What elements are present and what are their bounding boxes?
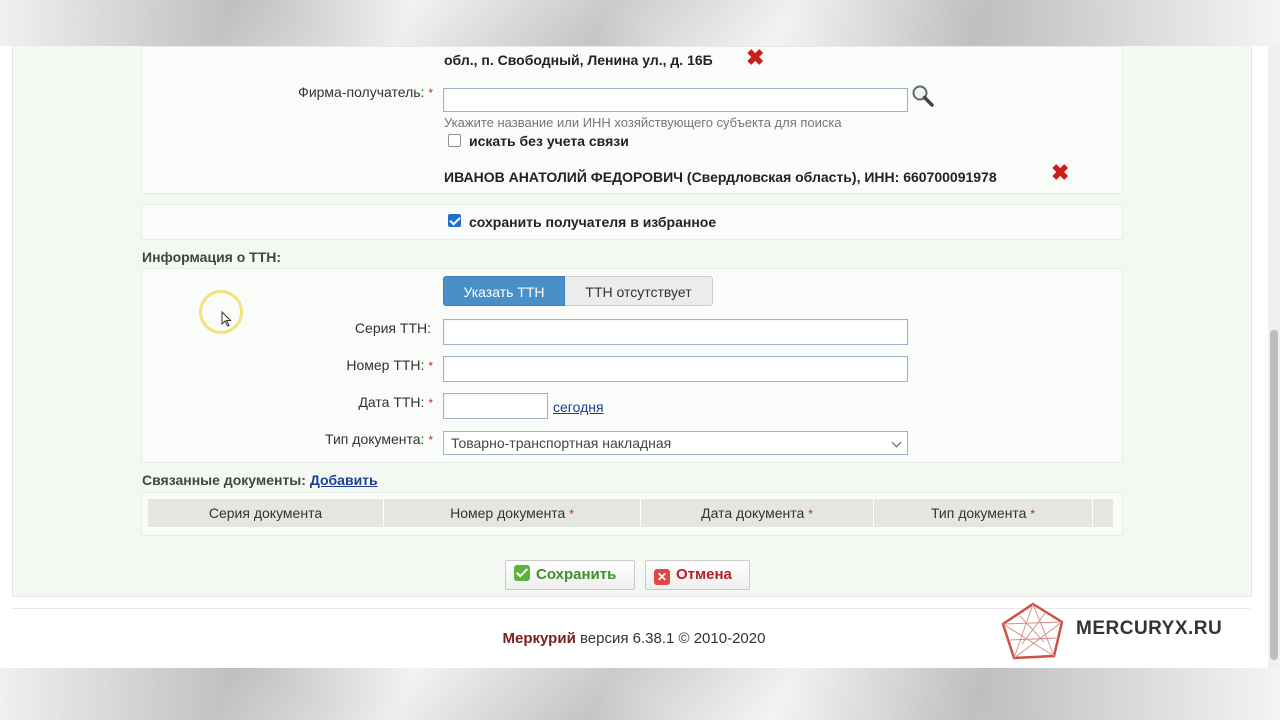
ttn-number-label: Номер ТТН: * [346,357,433,373]
background-top [0,0,1280,46]
ttn-series-label: Серия ТТН: [354,320,431,336]
doctype-label: Тип документа: * [325,431,433,447]
footer-brand: Меркурий [502,630,576,647]
remove-address-icon[interactable]: ✖ [746,47,764,69]
footer-version: версия 6.38.1 © 2010-2020 [579,630,766,647]
background-bottom [0,668,1280,720]
cancel-button[interactable]: ✕ Отмена [645,560,750,590]
mouse-cursor-icon [221,310,233,330]
recipient-hint: Укажите название или ИНН хозяйствующего … [444,115,842,130]
check-icon [514,565,530,581]
search-icon[interactable] [911,84,935,108]
chevron-down-icon [891,437,902,448]
col-doc-type: Тип документа * [874,499,1093,527]
today-link[interactable]: сегодня [553,399,604,415]
related-docs-table-header: Серия документа Номер документа * Дата д… [148,499,1113,527]
ttn-date-label: Дата ТТН: * [358,394,433,410]
no-link-label: искать без учета связи [469,133,629,149]
favorite-checkbox[interactable] [448,214,461,227]
tab-no-ttn[interactable]: ТТН отсутствует [565,276,713,306]
remove-recipient-icon[interactable]: ✖ [1051,162,1069,184]
watermark-text: MERCURYX.RU [1076,618,1223,639]
add-related-link[interactable]: Добавить [310,472,378,488]
ttn-series-input[interactable] [443,319,908,345]
cancel-icon: ✕ [654,569,670,585]
favorite-label: сохранить получателя в избранное [469,214,717,230]
tab-specify-ttn[interactable]: Указать ТТН [443,276,565,306]
recipient-input[interactable] [443,88,908,112]
col-doc-number: Номер документа * [384,499,641,527]
browser-content: обл., п. Свободный, Ленина ул., д. 16Б ✖… [0,46,1268,668]
recipient-label: Фирма-получатель: * [298,84,433,100]
col-doc-series: Серия документа [148,499,384,527]
no-link-checkbox[interactable] [448,134,461,147]
doctype-select[interactable]: Товарно-транспортная накладная [443,431,908,455]
ttn-number-input[interactable] [443,356,908,382]
ttn-section-title: Информация о ТТН: [142,249,282,265]
address-text: обл., п. Свободный, Ленина ул., д. 16Б [444,52,713,68]
save-button[interactable]: Сохранить [505,560,635,590]
ttn-date-input[interactable] [443,393,548,419]
scrollbar-thumb[interactable] [1270,330,1278,660]
col-doc-date: Дата документа * [641,499,874,527]
page-scrollbar[interactable] [1268,46,1280,668]
related-docs-title: Связанные документы: Добавить [142,472,378,488]
selected-recipient: ИВАНОВ АНАТОЛИЙ ФЕДОРОВИЧ (Свердловская … [444,169,997,185]
